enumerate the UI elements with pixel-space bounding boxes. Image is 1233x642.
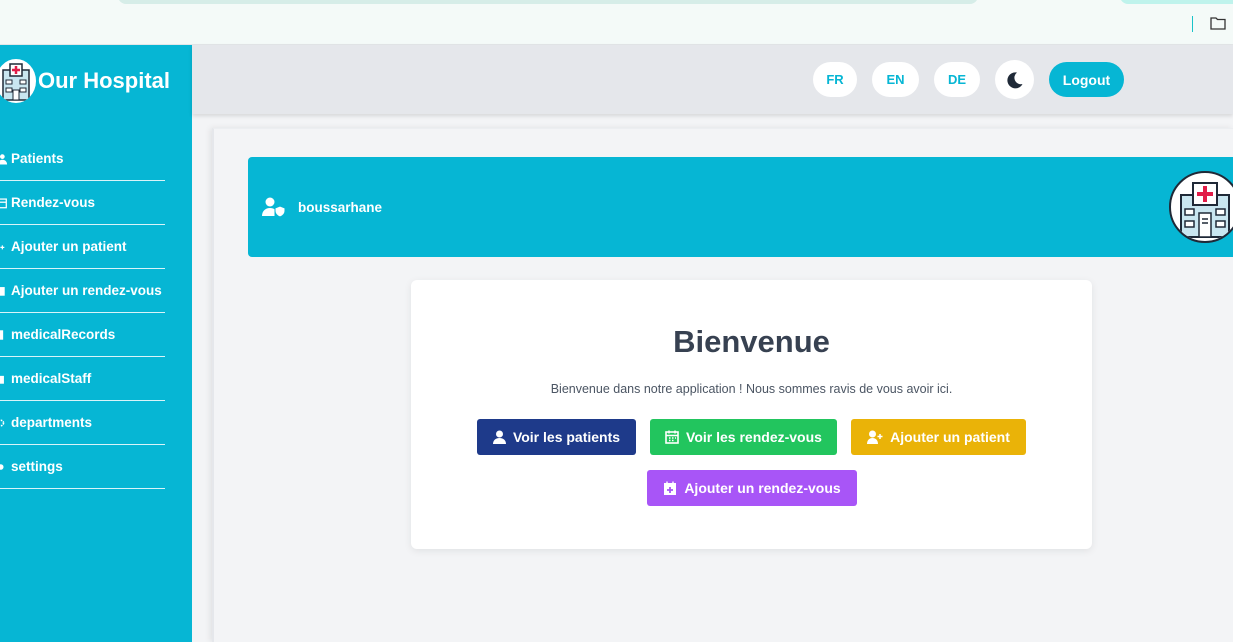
sidebar-nav: Patients Rendez-vous Ajouter un patient … (0, 137, 165, 489)
view-patients-label: Voir les patients (512, 429, 621, 445)
user-name: boussarhane (298, 200, 383, 215)
sidebar-item-ajouter-rendez-vous[interactable]: Ajouter un rendez-vous (0, 269, 165, 313)
language-fr-button[interactable]: FR (813, 62, 857, 97)
briefcase-icon (0, 372, 11, 386)
plus-icon (0, 240, 11, 254)
theme-toggle-button[interactable] (995, 60, 1034, 99)
view-appointments-label: Voir les rendez-vous (686, 429, 822, 445)
view-appointments-button[interactable]: Voir les rendez-vous (650, 419, 837, 455)
gear-icon (0, 416, 11, 430)
welcome-title: Bienvenue (673, 324, 830, 359)
sidebar-item-medical-staff[interactable]: medicalStaff (0, 357, 165, 401)
user-icon (492, 430, 506, 444)
calendar-icon (665, 430, 679, 444)
brand[interactable]: Our Hospital (0, 59, 170, 103)
sidebar-item-settings[interactable]: settings (0, 445, 165, 489)
sidebar-item-label: medicalRecords (11, 327, 116, 342)
top-header: FR EN DE Logout (192, 45, 1233, 114)
add-appointment-button[interactable]: Ajouter un rendez-vous (647, 470, 857, 506)
user-shield-icon (262, 197, 286, 217)
sidebar-item-label: medicalStaff (11, 371, 92, 386)
moon-icon (1006, 71, 1022, 88)
app-title: Our Hospital (38, 68, 171, 93)
browser-toolbar (0, 0, 1233, 45)
sidebar-item-departments[interactable]: departments (0, 401, 165, 445)
file-icon (0, 328, 11, 342)
hospital-avatar-icon (1169, 171, 1233, 243)
sidebar-item-label: Ajouter un patient (11, 239, 127, 254)
add-appointment-label: Ajouter un rendez-vous (684, 480, 841, 496)
calendar-plus-icon (0, 284, 11, 298)
language-en-button[interactable]: EN (872, 62, 919, 97)
sidebar-item-label: Ajouter un rendez-vous (11, 283, 162, 298)
welcome-message: Bienvenue dans notre application ! Nous … (550, 382, 953, 396)
language-de-button[interactable]: DE (934, 62, 980, 97)
user-banner: boussarhane (248, 157, 1233, 257)
toolbar-separator (1192, 16, 1193, 32)
sidebar-item-ajouter-patient[interactable]: Ajouter un patient (0, 225, 165, 269)
sidebar-item-label: Rendez-vous (11, 195, 96, 210)
user-plus-icon (867, 430, 883, 444)
sidebar-item-patients[interactable]: Patients (0, 137, 165, 181)
user-icon (0, 152, 11, 166)
hospital-logo-icon (0, 59, 36, 103)
sidebar-item-label: Patients (11, 151, 64, 166)
calendar-plus-icon (664, 481, 677, 495)
folder-icon[interactable] (1210, 16, 1226, 30)
sidebar-item-rendez-vous[interactable]: Rendez-vous (0, 181, 165, 225)
view-patients-button[interactable]: Voir les patients (477, 419, 636, 455)
add-patient-label: Ajouter un patient (890, 429, 1010, 445)
sidebar-item-label: settings (11, 459, 63, 474)
address-bar[interactable] (118, 0, 978, 4)
browser-pill[interactable] (1120, 0, 1233, 4)
add-patient-button[interactable]: Ajouter un patient (851, 419, 1026, 455)
logout-button[interactable]: Logout (1049, 62, 1124, 97)
calendar-icon (0, 196, 11, 210)
cog-icon (0, 460, 11, 474)
sidebar: Our Hospital Patients Rendez-vous Ajoute… (0, 45, 192, 642)
sidebar-item-medical-records[interactable]: medicalRecords (0, 313, 165, 357)
welcome-card: Bienvenue Bienvenue dans notre applicati… (411, 280, 1092, 549)
sidebar-item-label: departments (11, 415, 93, 430)
